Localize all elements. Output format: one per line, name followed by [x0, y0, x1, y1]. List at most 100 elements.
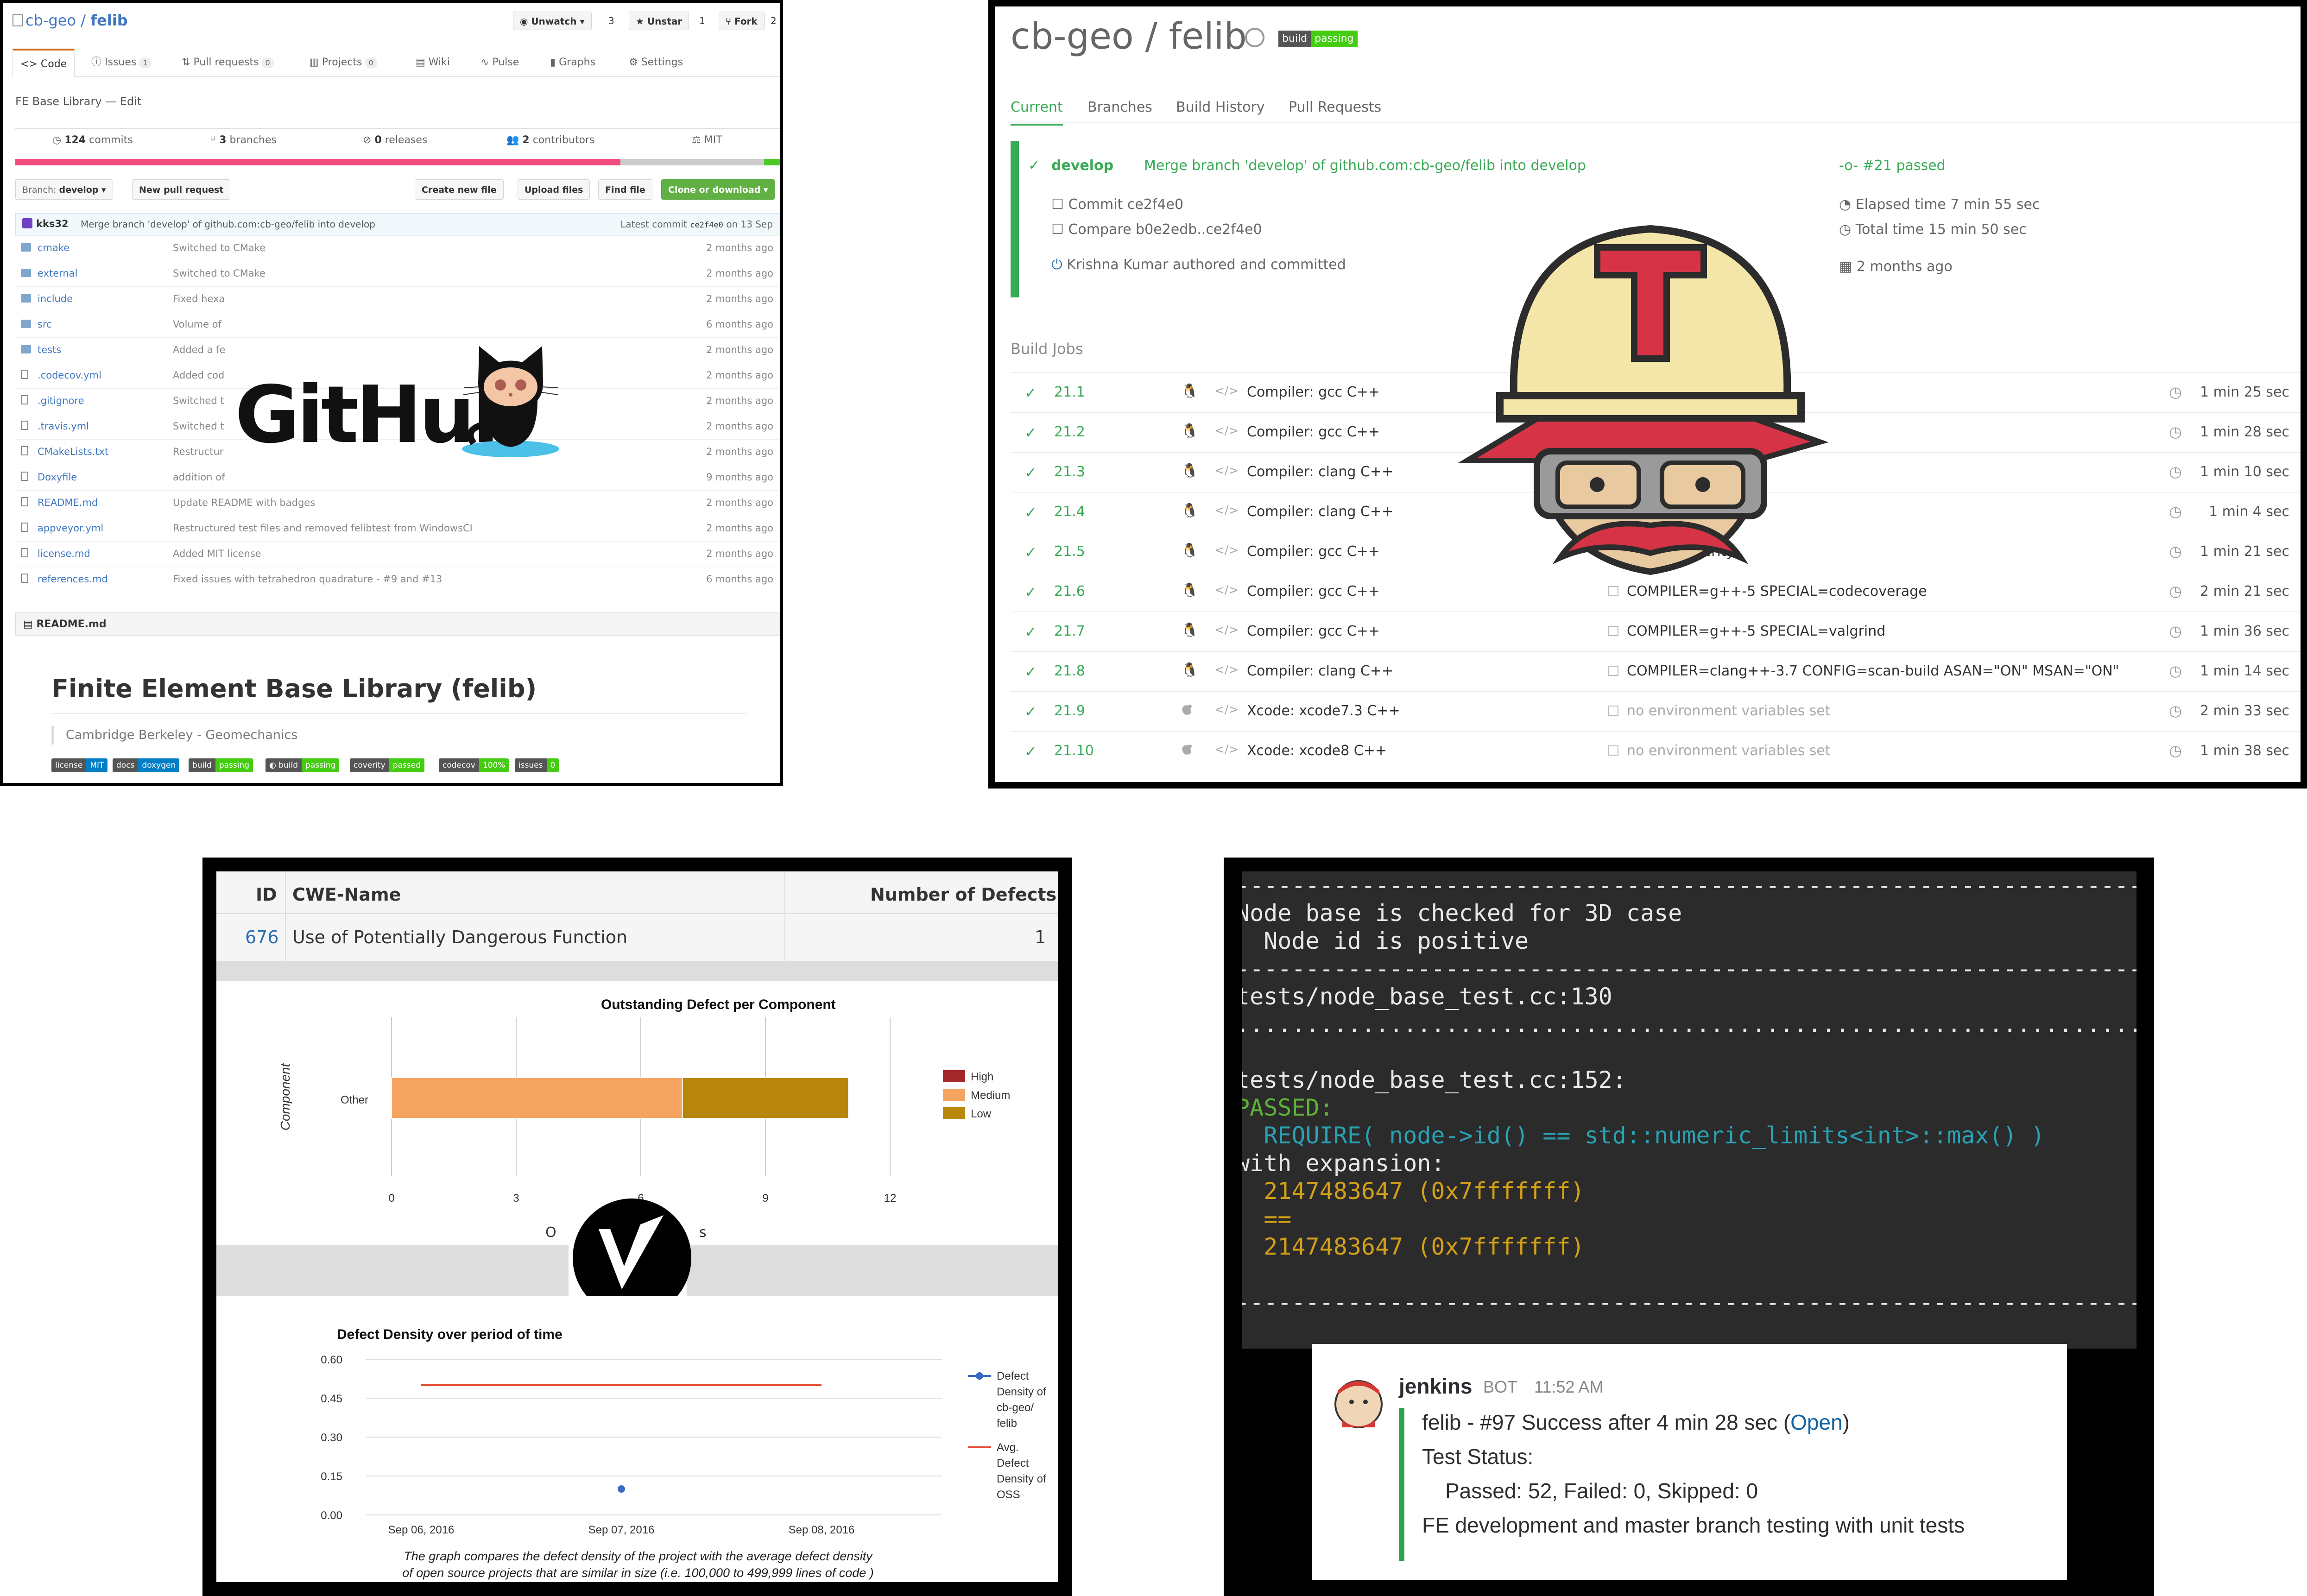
- compare-link[interactable]: ☐ Compare b0e2edb..ce2f4e0: [1051, 221, 1262, 238]
- file-name-link[interactable]: external: [38, 268, 77, 279]
- contributors-link[interactable]: 👥 2 contributors: [506, 134, 594, 146]
- unwatch-button[interactable]: ◉ Unwatch ▾: [513, 12, 592, 30]
- unwatch-count[interactable]: 3: [608, 12, 614, 30]
- table-header-id[interactable]: ID: [256, 884, 277, 905]
- tab-code[interactable]: <> Code: [13, 49, 75, 77]
- repo-name-link[interactable]: felib: [90, 12, 127, 29]
- file-name-link[interactable]: references.md: [38, 574, 108, 585]
- build-badge[interactable]: build passing: [1278, 31, 1358, 47]
- file-commit-message[interactable]: Switched t: [173, 421, 224, 432]
- find-file-button[interactable]: Find file: [598, 179, 652, 200]
- commit-author[interactable]: kks32: [36, 218, 69, 229]
- build-number[interactable]: -o- #21 passed: [1839, 158, 1946, 174]
- releases-link[interactable]: ⊘ 0 releases: [363, 134, 427, 146]
- commit-link[interactable]: ☐ Commit ce2f4e0: [1051, 196, 1183, 213]
- readme-badge[interactable]: build passing: [189, 758, 253, 772]
- readme-badge[interactable]: license MIT: [51, 758, 108, 772]
- file-commit-message[interactable]: Volume of: [173, 319, 221, 330]
- file-commit-message[interactable]: Fixed hexa: [173, 293, 225, 304]
- job-number-link[interactable]: 21.9: [1054, 703, 1085, 719]
- file-commit-message[interactable]: Added cod: [173, 370, 224, 381]
- file-commit-message[interactable]: Fixed issues with tetrahedron quadrature…: [173, 574, 442, 585]
- sender-name[interactable]: jenkins: [1399, 1374, 1473, 1399]
- branch-name[interactable]: develop: [1051, 158, 1113, 174]
- file-commit-message[interactable]: Update README with badges: [173, 497, 315, 508]
- tab-wiki[interactable]: ▤ Wiki: [416, 49, 450, 76]
- file-name-link[interactable]: CMakeLists.txt: [38, 446, 108, 457]
- file-row[interactable]: README.md Update README with badges 2 mont…: [15, 490, 780, 516]
- repo-owner-link[interactable]: cb-geo: [25, 12, 76, 29]
- table-header-defects[interactable]: Number of Defects: [870, 884, 1056, 905]
- job-number-link[interactable]: 21.8: [1054, 663, 1085, 679]
- table-header-cwe-name[interactable]: CWE-Name: [292, 884, 401, 905]
- travis-repo-title[interactable]: cb-geo / felib: [1011, 16, 1247, 57]
- build-job-row[interactable]: ✓ 21.8 🐧 </> Compiler: clang C++ COMPILER=cla…: [1011, 651, 2301, 692]
- unstar-count[interactable]: 1: [699, 12, 705, 30]
- tab-projects[interactable]: ▥ Projects 0: [309, 49, 377, 76]
- file-name-link[interactable]: .travis.yml: [38, 421, 89, 432]
- tab-settings[interactable]: ⚙ Settings: [629, 49, 683, 76]
- create-file-button[interactable]: Create new file: [415, 179, 504, 200]
- file-row[interactable]: references.md Fixed issues with tetrahedr…: [15, 567, 780, 593]
- file-name-link[interactable]: Doxyfile: [38, 472, 77, 483]
- upload-files-button[interactable]: Upload files: [518, 179, 590, 200]
- tab-issues[interactable]: ⓘ Issues 1: [91, 49, 152, 76]
- cwe-id-link[interactable]: 676: [245, 927, 279, 947]
- file-name-link[interactable]: README.md: [38, 497, 98, 508]
- tab-graphs[interactable]: ▮ Graphs: [550, 49, 595, 76]
- readme-badge[interactable]: ◐ build passing: [265, 758, 340, 772]
- file-name-link[interactable]: tests: [38, 344, 61, 355]
- branch-select[interactable]: Branch: develop ▾: [15, 179, 113, 200]
- message-time[interactable]: 11:52 AM: [1534, 1377, 1603, 1397]
- file-name-link[interactable]: cmake: [38, 242, 70, 253]
- file-name-link[interactable]: src: [38, 319, 52, 330]
- file-name-link[interactable]: .codecov.yml: [38, 370, 101, 381]
- file-commit-message[interactable]: Switched to CMake: [173, 268, 265, 279]
- file-name-link[interactable]: appveyor.yml: [38, 523, 103, 534]
- commits-link[interactable]: ◷ 124 commits: [52, 134, 133, 146]
- file-name-link[interactable]: license.md: [38, 548, 90, 559]
- tab-pull-requests[interactable]: Pull Requests: [1289, 99, 1381, 115]
- file-commit-message[interactable]: addition of: [173, 472, 225, 483]
- readme-badge[interactable]: docs doxygen: [113, 758, 180, 772]
- job-number-link[interactable]: 21.1: [1054, 384, 1085, 400]
- file-row[interactable]: cmake Switched to CMake 2 months ago: [15, 235, 780, 261]
- file-commit-message[interactable]: Added MIT license: [173, 548, 261, 559]
- commit-message[interactable]: Merge branch 'develop' of github.com:cb-…: [1144, 158, 1586, 174]
- file-row[interactable]: Doxyfile addition of 9 months ago: [15, 465, 780, 491]
- file-row[interactable]: include Fixed hexa 2 months ago: [15, 286, 780, 312]
- job-number-link[interactable]: 21.3: [1054, 464, 1085, 480]
- job-number-link[interactable]: 21.7: [1054, 623, 1085, 639]
- file-commit-message[interactable]: Restructur: [173, 446, 223, 457]
- file-commit-message[interactable]: Switched to CMake: [173, 242, 265, 253]
- build-job-row[interactable]: ✓ 21.10 </> Xcode: xcode8 C++ no environment…: [1011, 731, 2301, 771]
- tab-pull-requests[interactable]: ⇅ Pull requests 0: [182, 49, 274, 76]
- fork-button[interactable]: ⑂ Fork: [719, 12, 765, 30]
- clone-download-button[interactable]: Clone or download ▾: [661, 179, 775, 200]
- tab-pulse[interactable]: ∿ Pulse: [480, 49, 519, 76]
- readme-badge[interactable]: codecov 100%: [439, 758, 509, 772]
- license-link[interactable]: ⚖ MIT: [692, 134, 722, 146]
- job-number-link[interactable]: 21.4: [1054, 504, 1085, 520]
- tab-current[interactable]: Current: [1011, 99, 1063, 126]
- tab-branches[interactable]: Branches: [1087, 99, 1152, 115]
- github-icon[interactable]: [1245, 28, 1264, 47]
- job-number-link[interactable]: 21.6: [1054, 583, 1085, 599]
- branches-link[interactable]: ⑂ 3 branches: [210, 134, 277, 146]
- open-link[interactable]: Open: [1790, 1410, 1843, 1434]
- avatar[interactable]: [22, 218, 32, 228]
- readme-badge[interactable]: issues 0: [515, 758, 559, 772]
- job-number-link[interactable]: 21.5: [1054, 543, 1085, 560]
- file-name-link[interactable]: .gitignore: [38, 395, 84, 406]
- fork-count[interactable]: 2: [771, 12, 777, 30]
- new-pull-request-button[interactable]: New pull request: [132, 179, 231, 200]
- build-job-row[interactable]: ✓ 21.7 🐧 </> Compiler: gcc C++ COMPILER=g++-5…: [1011, 612, 2301, 652]
- file-commit-message[interactable]: Added a fe: [173, 344, 225, 355]
- file-row[interactable]: src Volume of 6 months ago: [15, 312, 780, 338]
- file-row[interactable]: appveyor.yml Restructured test files and …: [15, 516, 780, 542]
- job-number-link[interactable]: 21.10: [1054, 743, 1094, 759]
- build-job-row[interactable]: ✓ 21.9 </> Xcode: xcode7.3 C++ no environmen…: [1011, 691, 2301, 732]
- readme-badge[interactable]: coverity passed: [350, 758, 424, 772]
- file-row[interactable]: license.md Added MIT license 2 months ago: [15, 541, 780, 567]
- commit-message[interactable]: Merge branch 'develop' of github.com:cb-…: [81, 219, 375, 230]
